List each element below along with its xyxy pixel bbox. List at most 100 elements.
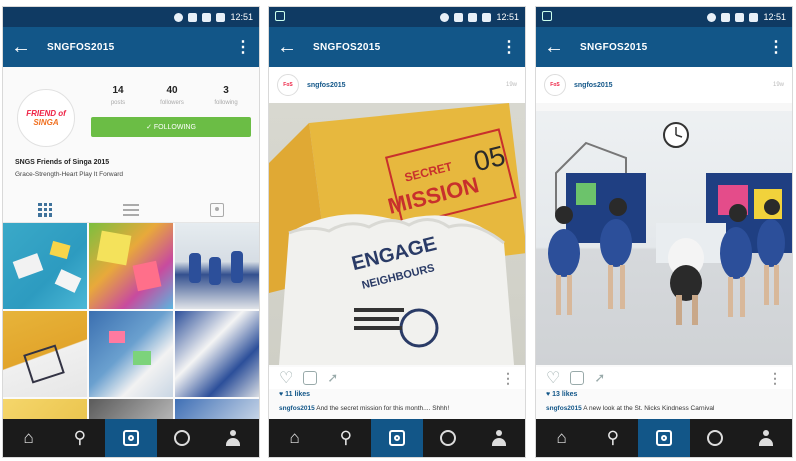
profile-icon[interactable]: [208, 419, 259, 457]
likes-count[interactable]: ♥ 13 likes: [546, 391, 577, 398]
bottom-nav: ⌂ ⚲: [536, 419, 792, 457]
share-icon[interactable]: ➚: [594, 370, 605, 386]
back-arrow-icon[interactable]: ←: [277, 36, 303, 59]
post-header: FoS sngfos2015 19w: [269, 67, 525, 103]
activity-icon[interactable]: [423, 419, 474, 457]
post-photo[interactable]: SECRET MISSION 05 ENGAGE NEIGHBOURS: [269, 103, 525, 365]
more-options-icon[interactable]: ⋮: [501, 370, 515, 387]
signal-icon: [735, 12, 745, 22]
grid-photo[interactable]: [175, 223, 259, 309]
comment-icon[interactable]: [570, 371, 585, 385]
posts-count: 14: [112, 85, 124, 96]
posts-label: posts: [110, 100, 126, 106]
grid-view-icon[interactable]: [38, 202, 53, 217]
activity-icon[interactable]: [690, 419, 741, 457]
overflow-menu-icon[interactable]: ⋮: [235, 37, 251, 57]
followers-count: 40: [166, 85, 178, 96]
camera-icon[interactable]: [371, 419, 423, 457]
following-stat[interactable]: 3 following: [199, 85, 253, 106]
post-time: 19w: [505, 82, 517, 88]
likes-count[interactable]: ♥ 11 likes: [279, 391, 310, 398]
profile-stats: 14 posts 40 followers 3 following: [91, 85, 253, 106]
post-avatar[interactable]: FoS: [544, 74, 566, 96]
like-heart-icon[interactable]: ♡: [279, 368, 293, 388]
photo-grid: [3, 223, 259, 439]
app-bar: ← SNGFOS2015 ⋮: [3, 27, 259, 67]
view-tabs: [3, 197, 259, 223]
caption-username[interactable]: sngfos2015: [546, 405, 582, 412]
screenshot-notification-icon: [275, 11, 285, 21]
post-header: FoS sngfos2015 19w: [536, 67, 792, 103]
post-caption: sngfos2015 A new look at the St. Nicks K…: [546, 405, 786, 412]
sync-icon: [707, 12, 717, 22]
profile-icon[interactable]: [741, 419, 792, 457]
profile-name: SNGS Friends of Singa 2015: [15, 159, 110, 166]
vibrate-icon: [188, 12, 198, 22]
post-actions: ♡ ➚ ⋮: [269, 367, 525, 389]
like-heart-icon[interactable]: ♡: [546, 368, 560, 388]
more-options-icon[interactable]: ⋮: [768, 370, 782, 387]
tagged-photos-icon[interactable]: [209, 202, 224, 217]
signal-icon: [468, 12, 478, 22]
post-actions: ♡ ➚ ⋮: [536, 367, 792, 389]
overflow-menu-icon[interactable]: ⋮: [768, 37, 784, 57]
caption-username[interactable]: sngfos2015: [279, 405, 315, 412]
grid-photo[interactable]: [3, 223, 87, 309]
following-count: 3: [223, 85, 229, 96]
vibrate-icon: [721, 12, 731, 22]
avatar-text-line2: SINGA: [33, 118, 59, 127]
share-icon[interactable]: ➚: [327, 370, 338, 386]
back-arrow-icon[interactable]: ←: [11, 36, 37, 59]
avatar[interactable]: FRIEND of SINGA: [17, 89, 75, 147]
avatar-text-line1: FRIEND of: [26, 109, 66, 118]
status-bar: 12:51: [536, 7, 792, 27]
comment-icon[interactable]: [303, 371, 318, 385]
bottom-nav: ⌂ ⚲: [269, 419, 525, 457]
profile-screen: 12:51 ← SNGFOS2015 ⋮ FRIEND of SINGA 14 …: [2, 6, 260, 458]
status-time: 12:51: [496, 12, 519, 22]
posts-stat[interactable]: 14 posts: [91, 85, 145, 106]
post-username[interactable]: sngfos2015: [307, 82, 506, 89]
post-photo[interactable]: [536, 103, 792, 365]
caption-text: And the secret mission for this month...…: [316, 405, 450, 412]
list-view-icon[interactable]: [122, 203, 139, 216]
post-avatar[interactable]: FoS: [277, 74, 299, 96]
likes-text: 13 likes: [552, 391, 578, 398]
page-title: SNGFOS2015: [47, 41, 115, 53]
battery-icon: [482, 12, 492, 22]
overflow-menu-icon[interactable]: ⋮: [501, 37, 517, 57]
likes-text: 11 likes: [285, 391, 311, 398]
post-username[interactable]: sngfos2015: [574, 82, 773, 89]
activity-icon[interactable]: [157, 419, 208, 457]
post-time: 19w: [772, 82, 784, 88]
post-screen-mission: 12:51 ← SNGFOS2015 ⋮ FoS sngfos2015 19w …: [268, 6, 526, 458]
grid-photo[interactable]: [89, 223, 173, 309]
grid-photo[interactable]: [175, 311, 259, 397]
profile-bio: Grace-Strength-Heart Play It Forward: [15, 171, 124, 178]
camera-icon[interactable]: [638, 419, 690, 457]
following-button[interactable]: ✓ FOLLOWING: [91, 117, 251, 137]
status-time: 12:51: [230, 12, 253, 22]
profile-icon[interactable]: [474, 419, 525, 457]
post-screen-carnival: 12:51 ← SNGFOS2015 ⋮ FoS sngfos2015 19w: [535, 6, 793, 458]
search-icon[interactable]: ⚲: [54, 419, 105, 457]
profile-header: FRIEND of SINGA 14 posts 40 followers 3 …: [3, 67, 259, 223]
camera-icon[interactable]: [105, 419, 157, 457]
search-icon[interactable]: ⚲: [587, 419, 638, 457]
grid-photo[interactable]: [89, 311, 173, 397]
status-bar: 12:51: [3, 7, 259, 27]
home-icon[interactable]: ⌂: [3, 419, 54, 457]
app-bar: ← SNGFOS2015 ⋮: [536, 27, 792, 67]
app-bar: ← SNGFOS2015 ⋮: [269, 27, 525, 67]
following-label: following: [214, 100, 238, 106]
screenshot-notification-icon: [542, 11, 552, 21]
battery-icon: [216, 12, 226, 22]
followers-stat[interactable]: 40 followers: [145, 85, 199, 106]
page-title: SNGFOS2015: [580, 41, 648, 53]
home-icon[interactable]: ⌂: [536, 419, 587, 457]
search-icon[interactable]: ⚲: [320, 419, 371, 457]
sync-icon: [440, 12, 450, 22]
back-arrow-icon[interactable]: ←: [544, 36, 570, 59]
grid-photo[interactable]: [3, 311, 87, 397]
home-icon[interactable]: ⌂: [269, 419, 320, 457]
